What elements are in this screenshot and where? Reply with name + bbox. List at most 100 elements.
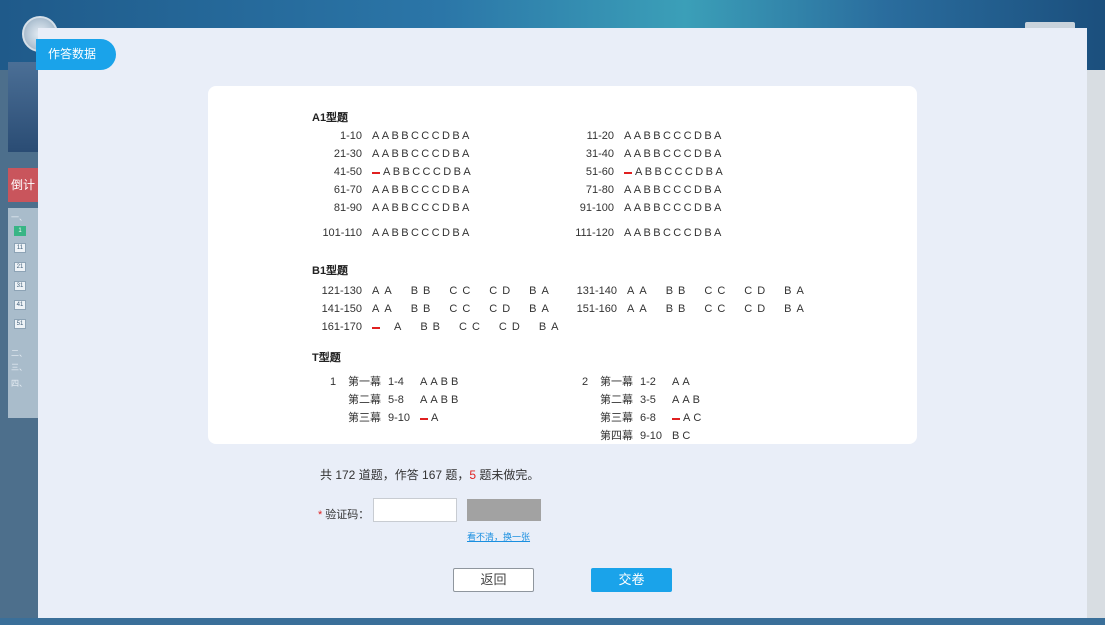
answer-group: BB bbox=[665, 303, 691, 315]
answer-letters: ABBCCCDBA bbox=[635, 166, 726, 178]
question-range: 6-8 bbox=[640, 412, 656, 424]
answer-group: CC bbox=[704, 285, 731, 297]
answer-letters: AABBCCCDBA bbox=[624, 184, 724, 196]
answer-letters: AABBCCCDBA bbox=[624, 130, 724, 142]
question-range: 61-70 bbox=[333, 184, 362, 196]
answer-row: 131-140 AA BB CC CD BA bbox=[563, 285, 823, 297]
question-nav-section: 一、 bbox=[11, 213, 27, 222]
unanswered-marker bbox=[372, 172, 380, 175]
answer-letters: AAB bbox=[672, 394, 704, 406]
answer-sequence: AABBCCCDBA bbox=[372, 202, 472, 214]
answer-sequence: ABBCCCDBA bbox=[624, 166, 725, 178]
question-range: 81-90 bbox=[333, 202, 362, 214]
answer-letters: AABBCCCDBA bbox=[624, 227, 724, 239]
answer-sequence: A bbox=[420, 412, 441, 424]
captcha-refresh-link[interactable]: 看不清，换一张 bbox=[467, 530, 530, 543]
captcha-label: * 验证码： bbox=[318, 506, 369, 522]
answer-group: BA bbox=[538, 321, 564, 333]
act-label: 第一幕 bbox=[348, 376, 381, 388]
answer-letters: AABBCCCDBA bbox=[372, 148, 472, 160]
case-number: 1 bbox=[330, 376, 337, 388]
question-range: 1-4 bbox=[388, 376, 404, 388]
answer-group: CD bbox=[489, 285, 516, 297]
answer-sequence: AABBCCCDBA bbox=[624, 130, 724, 142]
answer-sequence: AABBCCCDBA bbox=[372, 130, 472, 142]
answer-letters: A bbox=[431, 412, 442, 424]
question-nav-box[interactable]: 31 bbox=[14, 281, 26, 291]
countdown-tag: 倒计 bbox=[8, 168, 38, 202]
question-range: 3-5 bbox=[640, 394, 656, 406]
answer-sequence: AA BB CC CD BA bbox=[627, 285, 823, 297]
answer-letters: AABBCCCDBA bbox=[372, 130, 472, 142]
answer-group: CD bbox=[744, 285, 771, 297]
t-case-act-row: 第三幕 6-8 AC bbox=[582, 409, 704, 425]
answer-letters: BC bbox=[672, 430, 694, 442]
summary-suffix: 题未做完。 bbox=[476, 468, 540, 482]
answer-group: BB bbox=[410, 303, 436, 315]
unanswered-marker bbox=[420, 418, 428, 421]
section-title-b1: B1型题 bbox=[312, 265, 349, 277]
question-nav-box[interactable]: 41 bbox=[14, 300, 26, 310]
answer-row: 11-20 AABBCCCDBA bbox=[560, 130, 724, 142]
answer-letters: AABBCCCDBA bbox=[624, 148, 724, 160]
answer-sequence: AABBCCCDBA bbox=[624, 148, 724, 160]
answer-row: 21-30 AABBCCCDBA bbox=[310, 148, 472, 160]
captcha-label-text: 验证码： bbox=[325, 509, 370, 521]
answer-row: 111-120 AABBCCCDBA bbox=[560, 227, 724, 239]
answer-sequence: AABBCCCDBA bbox=[624, 227, 724, 239]
answer-row: 161-170 A BB CC CD BA bbox=[306, 321, 578, 333]
captcha-input[interactable] bbox=[373, 498, 457, 522]
question-range: 1-2 bbox=[640, 376, 656, 388]
answer-group: BB bbox=[410, 285, 436, 297]
question-nav-box[interactable]: 51 bbox=[14, 319, 26, 329]
answer-group: BA bbox=[529, 285, 554, 297]
t-case-act-row: 第三幕 9-10 A bbox=[330, 409, 441, 425]
answer-sequence: AABBCCCDBA bbox=[624, 184, 724, 196]
answer-sequence: AABBCCCDBA bbox=[624, 202, 724, 214]
answer-sequence: ABBCCCDBA bbox=[372, 166, 473, 178]
question-nav-section: 四、 bbox=[11, 379, 27, 388]
answer-group: BA bbox=[784, 285, 809, 297]
question-nav-box[interactable]: 11 bbox=[14, 243, 26, 253]
answer-sequence: AABBCCCDBA bbox=[372, 285, 568, 297]
answer-group: BA bbox=[529, 303, 554, 315]
t-case-act-row: 第二幕 5-8 AABB bbox=[330, 391, 461, 407]
answer-letters: AA bbox=[672, 376, 693, 388]
question-range: 9-10 bbox=[640, 430, 663, 442]
back-button[interactable]: 返回 bbox=[453, 568, 534, 592]
answer-row: 81-90 AABBCCCDBA bbox=[310, 202, 472, 214]
answer-group: AA bbox=[372, 303, 397, 315]
answer-group: CC bbox=[704, 303, 731, 315]
submit-exam-button[interactable]: 交卷 bbox=[591, 568, 672, 592]
answer-letters: ABBCCCDBA bbox=[383, 166, 474, 178]
question-nav-box[interactable]: 1 bbox=[14, 226, 26, 236]
answer-letters: AABBCCCDBA bbox=[624, 202, 724, 214]
answer-row: 1-10 AABBCCCDBA bbox=[310, 130, 472, 142]
question-range: 51-60 bbox=[585, 166, 614, 178]
answer-sequence: AABBCCCDBA bbox=[372, 184, 472, 196]
answer-group: BA bbox=[784, 303, 809, 315]
answer-letters: AC bbox=[683, 412, 705, 424]
question-range: 9-10 bbox=[388, 412, 411, 424]
section-title-t: T型题 bbox=[312, 352, 341, 364]
answer-row: 91-100 AABBCCCDBA bbox=[560, 202, 724, 214]
answer-group: AA bbox=[372, 285, 397, 297]
answer-group: AA bbox=[627, 285, 652, 297]
answer-row: 31-40 AABBCCCDBA bbox=[560, 148, 724, 160]
answer-letters: AABBCCCDBA bbox=[372, 227, 472, 239]
answer-group: CC bbox=[459, 321, 485, 333]
answer-row: 141-150 AA BB CC CD BA bbox=[306, 303, 568, 315]
question-range: 21-30 bbox=[333, 148, 362, 160]
answer-group: CD bbox=[744, 303, 771, 315]
answer-sequence: AABBCCCDBA bbox=[372, 303, 568, 315]
captcha-image[interactable] bbox=[467, 499, 541, 521]
answer-sequence: AABBCCCDBA bbox=[372, 227, 472, 239]
question-range: 71-80 bbox=[585, 184, 614, 196]
question-nav-section: 二、 bbox=[11, 349, 27, 358]
question-nav-box[interactable]: 21 bbox=[14, 262, 26, 272]
answer-letters: AABB bbox=[420, 376, 462, 388]
answer-row: 121-130 AA BB CC CD BA bbox=[306, 285, 568, 297]
answer-letters: AABB bbox=[420, 394, 462, 406]
answer-group: BB bbox=[665, 285, 691, 297]
act-label: 第一幕 bbox=[600, 376, 633, 388]
